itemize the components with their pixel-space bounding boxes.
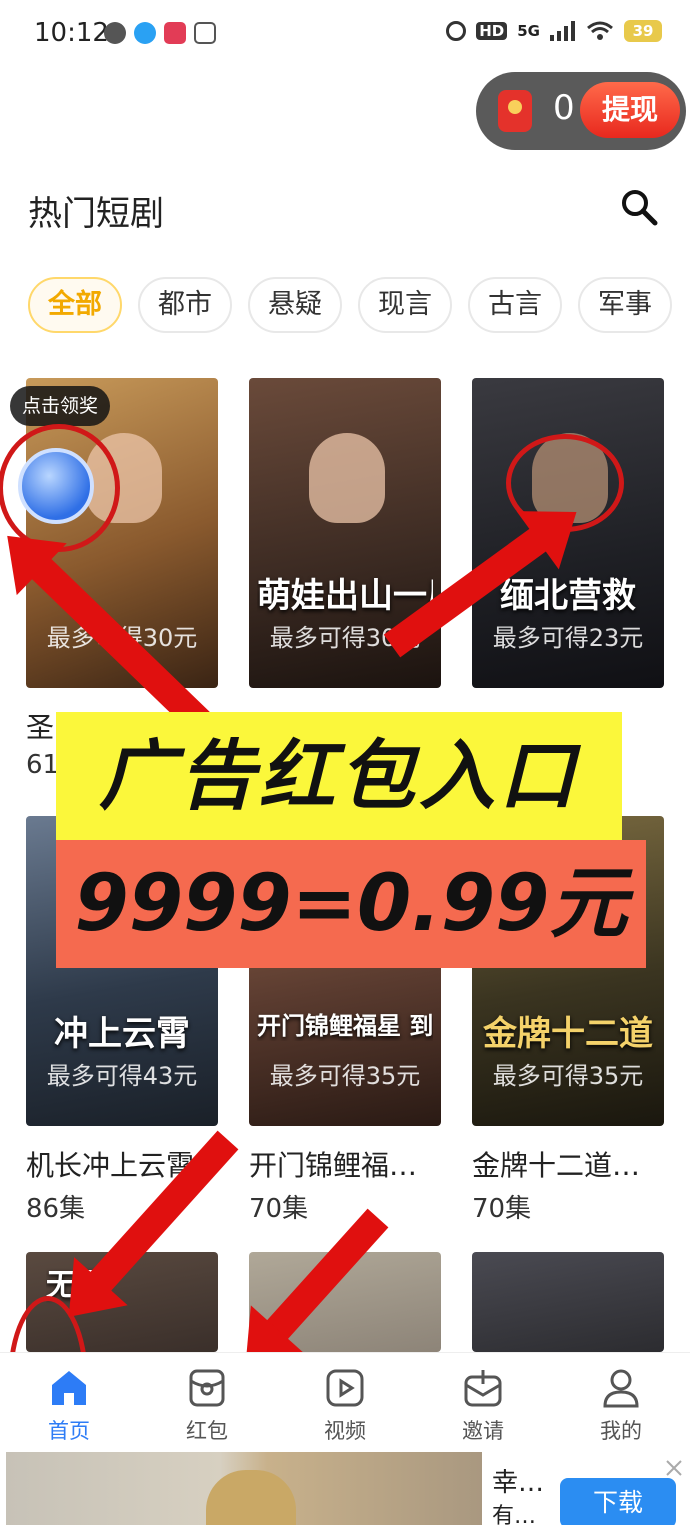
annotation-rate-text: 9999=0.99元 <box>74 859 628 949</box>
status-bar: 10:12 HD 5G 39 <box>0 0 690 68</box>
drama-episodes: 61 <box>26 750 60 780</box>
battery-indicator: 39 <box>624 20 662 42</box>
drama-episodes: 70集 <box>249 1194 309 1224</box>
annotation-banner-title: 广告红包入口 <box>56 712 622 840</box>
poster-title: 萌娃出山一局定 <box>257 576 433 616</box>
category-military[interactable]: 军事 <box>578 277 672 333</box>
profile-icon <box>603 1369 639 1408</box>
withdraw-button[interactable]: 提现 <box>580 82 680 138</box>
poster-reward-label: 最多可得35元 <box>269 1062 421 1090</box>
poster-title: 金牌十二道 <box>483 1014 653 1054</box>
category-tabs: 全部 都市 悬疑 现言 古言 军事 <box>28 277 672 333</box>
drama-title: 开门锦鲤福… <box>249 1149 418 1182</box>
drama-poster[interactable] <box>472 1252 664 1352</box>
poster-title: 开门锦鲤福星 到家了 <box>257 1012 433 1040</box>
signal-icon <box>550 21 575 41</box>
tab-video[interactable]: 视频 <box>276 1353 414 1453</box>
ad-subtitle: 有… <box>492 1504 537 1525</box>
download-button[interactable]: 下载 <box>560 1478 676 1525</box>
tab-label: 邀请 <box>462 1419 504 1443</box>
status-time: 10:12 <box>34 18 109 48</box>
reward-tooltip[interactable]: 点击领奖 <box>10 386 111 426</box>
tab-home[interactable]: 首页 <box>0 1353 138 1453</box>
tab-profile[interactable]: 我的 <box>552 1353 690 1453</box>
inbox-icon <box>194 22 216 44</box>
category-ancient-romance[interactable]: 古言 <box>468 277 562 333</box>
alarm-icon <box>446 21 467 41</box>
drama-episodes: 70集 <box>472 1194 532 1224</box>
poster-figure <box>309 433 385 523</box>
bottom-tab-bar: 首页 红包 视频 邀请 我的 <box>0 1352 690 1452</box>
page-title: 热门短剧 <box>28 194 164 234</box>
search-icon[interactable] <box>620 188 658 226</box>
category-modern-romance[interactable]: 现言 <box>358 277 452 333</box>
system-icons: HD 5G 39 <box>446 20 662 42</box>
poster-reward-label: 最多可得23元 <box>492 624 644 652</box>
tab-invite[interactable]: 邀请 <box>414 1353 552 1453</box>
qq-icon <box>134 22 156 44</box>
drama-card[interactable] <box>472 1252 664 1352</box>
category-suspense[interactable]: 悬疑 <box>248 277 342 333</box>
annotation-title-text: 广告红包入口 <box>99 731 579 820</box>
red-envelope-icon <box>498 90 532 132</box>
video-icon <box>326 1369 364 1407</box>
wallet-balance: 0 <box>553 88 575 128</box>
tab-red-packet[interactable]: 红包 <box>138 1353 276 1453</box>
poster-title: 冲上云霄 <box>54 1014 190 1054</box>
ad-banner[interactable]: 幸… 有… 下载 <box>0 1452 690 1525</box>
wechat-icon <box>104 22 126 44</box>
wifi-icon <box>587 21 613 40</box>
close-icon[interactable] <box>664 1458 684 1478</box>
annotation-banner-rate: 9999=0.99元 <box>56 840 646 968</box>
home-icon <box>52 1371 86 1405</box>
drama-title: 金牌十二道… <box>472 1149 641 1182</box>
tab-label: 首页 <box>48 1419 90 1443</box>
tab-label: 我的 <box>600 1419 642 1443</box>
tab-label: 红包 <box>186 1419 228 1443</box>
wallet-pill[interactable]: 0 提现 <box>476 72 686 150</box>
category-all[interactable]: 全部 <box>28 277 122 333</box>
ad-figure <box>206 1470 296 1525</box>
app-icon <box>164 22 186 44</box>
network-label: 5G <box>517 22 540 40</box>
ad-title: 幸… <box>492 1468 545 1498</box>
poster-reward-label: 最多可得35元 <box>492 1062 644 1090</box>
tab-label: 视频 <box>324 1419 366 1443</box>
hd-badge: HD <box>476 22 508 40</box>
notification-icons <box>104 22 216 44</box>
drama-episodes: 86集 <box>26 1194 86 1224</box>
poster-reward-label: 最多可得43元 <box>46 1062 198 1090</box>
category-urban[interactable]: 都市 <box>138 277 232 333</box>
invite-icon <box>464 1370 502 1407</box>
red-packet-icon <box>189 1369 225 1407</box>
ad-image[interactable] <box>6 1452 482 1525</box>
